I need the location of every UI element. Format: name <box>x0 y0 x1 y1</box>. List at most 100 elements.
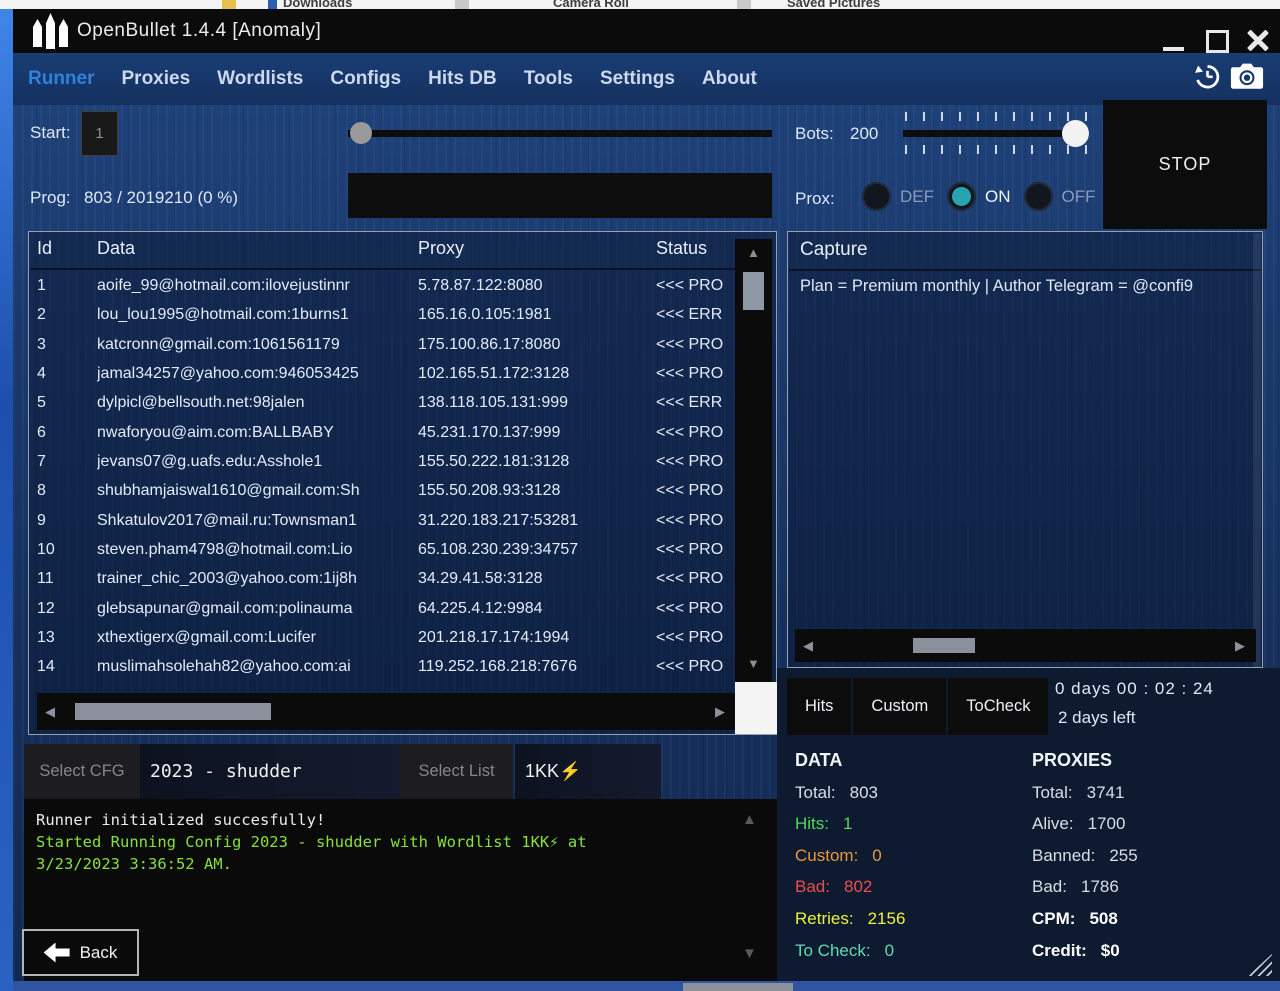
cell-id: 5 <box>37 388 97 417</box>
stat-value: 0 <box>885 941 894 960</box>
stop-button[interactable]: STOP <box>1103 100 1267 229</box>
folder-icon-sliver <box>222 0 236 9</box>
capture-vertical-scrollbar[interactable] <box>1253 233 1261 667</box>
capture-title: Capture <box>800 239 868 261</box>
nav-tab[interactable]: Tools <box>524 68 573 90</box>
stat-label: Alive: <box>1032 814 1074 833</box>
scroll-up-icon[interactable]: ▲ <box>747 246 760 259</box>
select-config-button[interactable]: Select CFG <box>24 744 140 799</box>
cell-id: 2 <box>37 300 97 329</box>
nav-tab[interactable]: About <box>702 68 757 90</box>
table-row[interactable]: 1 aoife_99@hotmail.com:ilovejustinnr 5.7… <box>37 271 733 300</box>
table-row[interactable]: 9 Shkatulov2017@mail.ru:Townsman1 31.220… <box>37 506 733 535</box>
table-vertical-scrollbar[interactable]: ▲ ▼ <box>735 239 772 682</box>
table-row[interactable]: 14 muslimahsolehah82@yahoo.com:ai 119.25… <box>37 652 733 681</box>
stat-row: Custom:0 <box>795 840 1020 872</box>
cell-proxy: 119.252.168.218:7676 <box>418 652 656 681</box>
back-button[interactable]: Back <box>22 929 139 976</box>
bots-label: Bots: <box>795 124 834 144</box>
start-label: Start: <box>30 123 71 143</box>
table-row[interactable]: 7 jevans07@g.uafs.edu:Asshole1 155.50.22… <box>37 447 733 476</box>
table-row[interactable]: 10 steven.pham4798@hotmail.com:Lio 65.10… <box>37 535 733 564</box>
stat-row: Bad:1786 <box>1032 871 1267 903</box>
scroll-down-icon[interactable]: ▼ <box>747 657 760 670</box>
log-lines: Runner initialized succesfully!Started R… <box>36 809 636 875</box>
results-tab-button[interactable]: Custom <box>853 678 946 735</box>
scroll-right-icon[interactable]: ▶ <box>1235 639 1245 652</box>
nav-tab[interactable]: Configs <box>330 68 401 90</box>
scrollbar-thumb[interactable] <box>75 703 271 720</box>
stat-row: Alive:1700 <box>1032 808 1267 840</box>
scroll-down-icon[interactable]: ▼ <box>742 947 757 960</box>
table-row[interactable]: 11 trainer_chic_2003@yahoo.com:1ij8h 34.… <box>37 564 733 593</box>
stat-value: 802 <box>844 877 872 896</box>
openbullet-logo-icon <box>59 19 68 47</box>
table-header-divider <box>30 268 735 270</box>
cell-data: lou_lou1995@hotmail.com:1burns1 <box>97 300 418 329</box>
skip-slider-track[interactable] <box>348 130 772 137</box>
nav-tab[interactable]: Hits DB <box>428 68 497 90</box>
radio-icon[interactable] <box>862 182 891 211</box>
start-input[interactable]: 1 <box>81 111 118 156</box>
scroll-left-icon[interactable]: ◀ <box>45 705 55 718</box>
stat-value: 803 <box>850 783 878 802</box>
desktop-folder-label: Camera Roll <box>553 0 629 9</box>
prox-radio-option[interactable]: OFF <box>1024 182 1096 211</box>
back-arrow-icon <box>44 943 70 963</box>
scroll-left-icon[interactable]: ◀ <box>803 639 813 652</box>
close-button[interactable] <box>1245 27 1271 53</box>
column-header-data[interactable]: Data <box>97 238 418 259</box>
camera-icon[interactable] <box>1229 60 1265 91</box>
table-row[interactable]: 4 jamal34257@yahoo.com:946053425 102.165… <box>37 359 733 388</box>
stat-label: Credit: <box>1032 941 1087 960</box>
table-row[interactable]: 8 shubhamjaiswal1610@gmail.com:Sh 155.50… <box>37 476 733 505</box>
cell-id: 10 <box>37 535 97 564</box>
select-list-button[interactable]: Select List <box>400 744 513 799</box>
cell-id: 4 <box>37 359 97 388</box>
table-row[interactable]: 12 glebsapunar@gmail.com:polinauma 64.22… <box>37 594 733 623</box>
table-horizontal-scrollbar[interactable]: ◀ ▶ <box>37 693 735 730</box>
table-row[interactable]: 13 xthextigerx@gmail.com:Lucifer 201.218… <box>37 623 733 652</box>
prox-radio-option[interactable]: DEF <box>862 182 934 211</box>
radio-icon[interactable] <box>947 182 976 211</box>
nav-tab[interactable]: Runner <box>28 68 95 90</box>
cell-data: dylpicl@bellsouth.net:98jalen <box>97 388 418 417</box>
nav-tab[interactable]: Proxies <box>122 68 191 90</box>
radio-icon[interactable] <box>1024 182 1053 211</box>
table-row[interactable]: 2 lou_lou1995@hotmail.com:1burns1 165.16… <box>37 300 733 329</box>
scroll-right-icon[interactable]: ▶ <box>715 705 725 718</box>
scrollbar-thumb[interactable] <box>913 638 975 653</box>
prox-radio-option[interactable]: ON <box>947 182 1011 211</box>
stat-row: Banned:255 <box>1032 840 1267 872</box>
maximize-button[interactable] <box>1206 30 1229 53</box>
column-header-status[interactable]: Status <box>656 238 733 259</box>
desktop-folder-label: Saved Pictures <box>787 0 880 9</box>
cell-proxy: 102.165.51.172:3128 <box>418 359 656 388</box>
table-row[interactable]: 3 katcronn@gmail.com:1061561179 175.100.… <box>37 330 733 359</box>
nav-tab[interactable]: Settings <box>600 68 675 90</box>
skip-slider-thumb[interactable] <box>350 122 372 144</box>
cell-proxy: 31.220.183.217:53281 <box>418 506 656 535</box>
proxies-stats-title: PROXIES <box>1032 745 1267 777</box>
cell-proxy: 5.78.87.122:8080 <box>418 271 656 300</box>
scrollbar-thumb[interactable] <box>743 272 764 310</box>
cell-data: steven.pham4798@hotmail.com:Lio <box>97 535 418 564</box>
stat-label: Total: <box>795 783 836 802</box>
table-row[interactable]: 5 dylpicl@bellsouth.net:98jalen 138.118.… <box>37 388 733 417</box>
stat-value: 255 <box>1109 846 1137 865</box>
bots-slider-thumb[interactable] <box>1062 120 1089 147</box>
history-icon[interactable] <box>1192 60 1223 91</box>
results-tab-button[interactable]: Hits <box>787 678 851 735</box>
capture-horizontal-scrollbar[interactable]: ◀ ▶ <box>795 629 1256 662</box>
nav-icons <box>1192 60 1265 91</box>
column-header-proxy[interactable]: Proxy <box>418 238 656 259</box>
cell-data: jevans07@g.uafs.edu:Asshole1 <box>97 447 418 476</box>
capture-content: Plan = Premium monthly | Author Telegram… <box>800 277 1256 296</box>
scroll-up-icon[interactable]: ▲ <box>742 813 757 826</box>
table-row[interactable]: 6 nwaforyou@aim.com:BALLBABY 45.231.170.… <box>37 418 733 447</box>
results-tab-button[interactable]: ToCheck <box>948 678 1048 735</box>
nav-tab[interactable]: Wordlists <box>217 68 303 90</box>
back-button-label: Back <box>80 943 118 963</box>
column-header-id[interactable]: Id <box>37 238 97 259</box>
minimize-button[interactable] <box>1163 47 1184 51</box>
